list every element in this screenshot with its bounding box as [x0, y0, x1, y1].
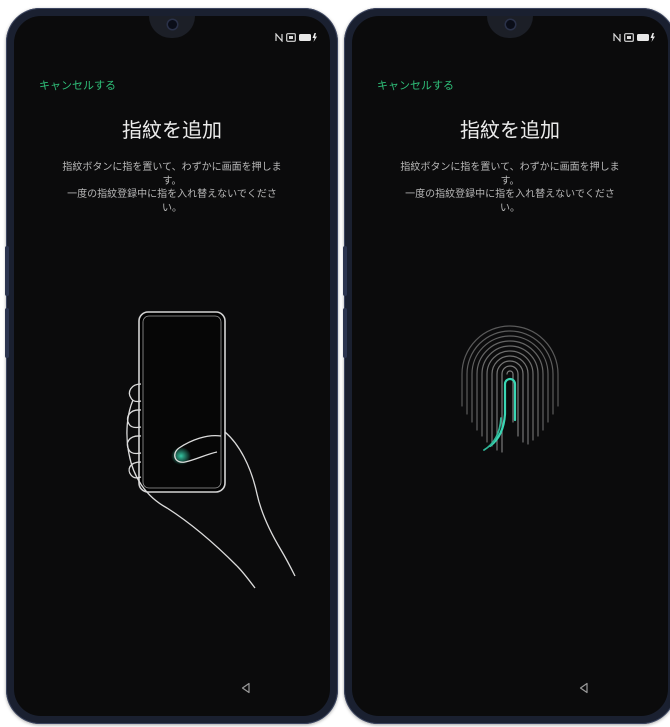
- volume-button: [343, 246, 347, 296]
- hand-holding-phone-illustration: [126, 311, 296, 589]
- status-bar: [275, 32, 318, 42]
- instruction-text: 指紋ボタンに指を置いて、わずかに画面を押しま す。 一度の指紋登録中に指を入れ替…: [32, 161, 312, 215]
- front-camera: [505, 20, 515, 29]
- volume-button: [5, 246, 9, 296]
- status-bar: [613, 32, 656, 42]
- sim-icon: [286, 32, 296, 42]
- front-camera: [167, 20, 177, 29]
- page-title: 指紋を追加: [460, 118, 560, 142]
- fingerprint-illustration[interactable]: [454, 322, 566, 456]
- instruction-line: 指紋ボタンに指を置いて、わずかに画面を押しま: [400, 162, 620, 173]
- instruction-line: 一度の指紋登録中に指を入れ替えないでくださ: [405, 189, 615, 200]
- phone-right: キャンセルする 指紋を追加 指紋ボタンに指を置いて、わずかに画面を押しま す。 …: [343, 8, 670, 724]
- volume-button: [343, 308, 347, 358]
- volume-button: [5, 308, 9, 358]
- battery-charging-icon: [637, 32, 655, 42]
- cancel-button[interactable]: キャンセルする: [377, 77, 454, 93]
- back-triangle-icon[interactable]: [240, 682, 252, 694]
- comparison-stage: キャンセルする 指紋を追加 指紋ボタンに指を置いて、わずかに画面を押しま す。 …: [0, 0, 670, 727]
- back-triangle-icon[interactable]: [578, 682, 590, 694]
- notch: [149, 16, 195, 38]
- nfc-icon: [613, 32, 621, 42]
- instruction-line: い。: [500, 202, 520, 214]
- sim-icon: [624, 32, 634, 42]
- screen-right: キャンセルする 指紋を追加 指紋ボタンに指を置いて、わずかに画面を押しま す。 …: [352, 16, 668, 716]
- instruction-line: 一度の指紋登録中に指を入れ替えないでくださ: [67, 189, 277, 200]
- notch: [487, 16, 533, 38]
- page-title: 指紋を追加: [122, 118, 222, 142]
- screen-left: キャンセルする 指紋を追加 指紋ボタンに指を置いて、わずかに画面を押しま す。 …: [14, 16, 330, 716]
- battery-charging-icon: [299, 32, 317, 42]
- instruction-line: 指紋ボタンに指を置いて、わずかに画面を押しま: [62, 162, 282, 173]
- phone-left: キャンセルする 指紋を追加 指紋ボタンに指を置いて、わずかに画面を押しま す。 …: [5, 8, 338, 724]
- instruction-text: 指紋ボタンに指を置いて、わずかに画面を押しま す。 一度の指紋登録中に指を入れ替…: [370, 161, 650, 215]
- nfc-icon: [275, 32, 283, 42]
- instruction-line: す。: [500, 175, 520, 187]
- instruction-line: い。: [162, 202, 182, 214]
- instruction-line: す。: [162, 175, 182, 187]
- cancel-button[interactable]: キャンセルする: [39, 77, 116, 93]
